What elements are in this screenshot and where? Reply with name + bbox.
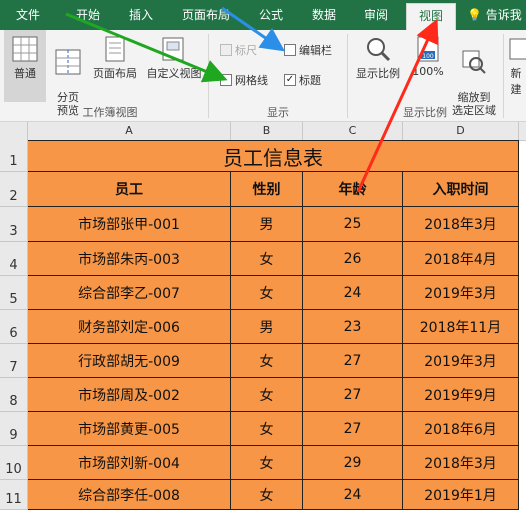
blue-arrow xyxy=(221,6,285,52)
annotation-arrows xyxy=(65,6,439,193)
red-arrow xyxy=(356,18,439,193)
green-arrow xyxy=(65,12,228,83)
